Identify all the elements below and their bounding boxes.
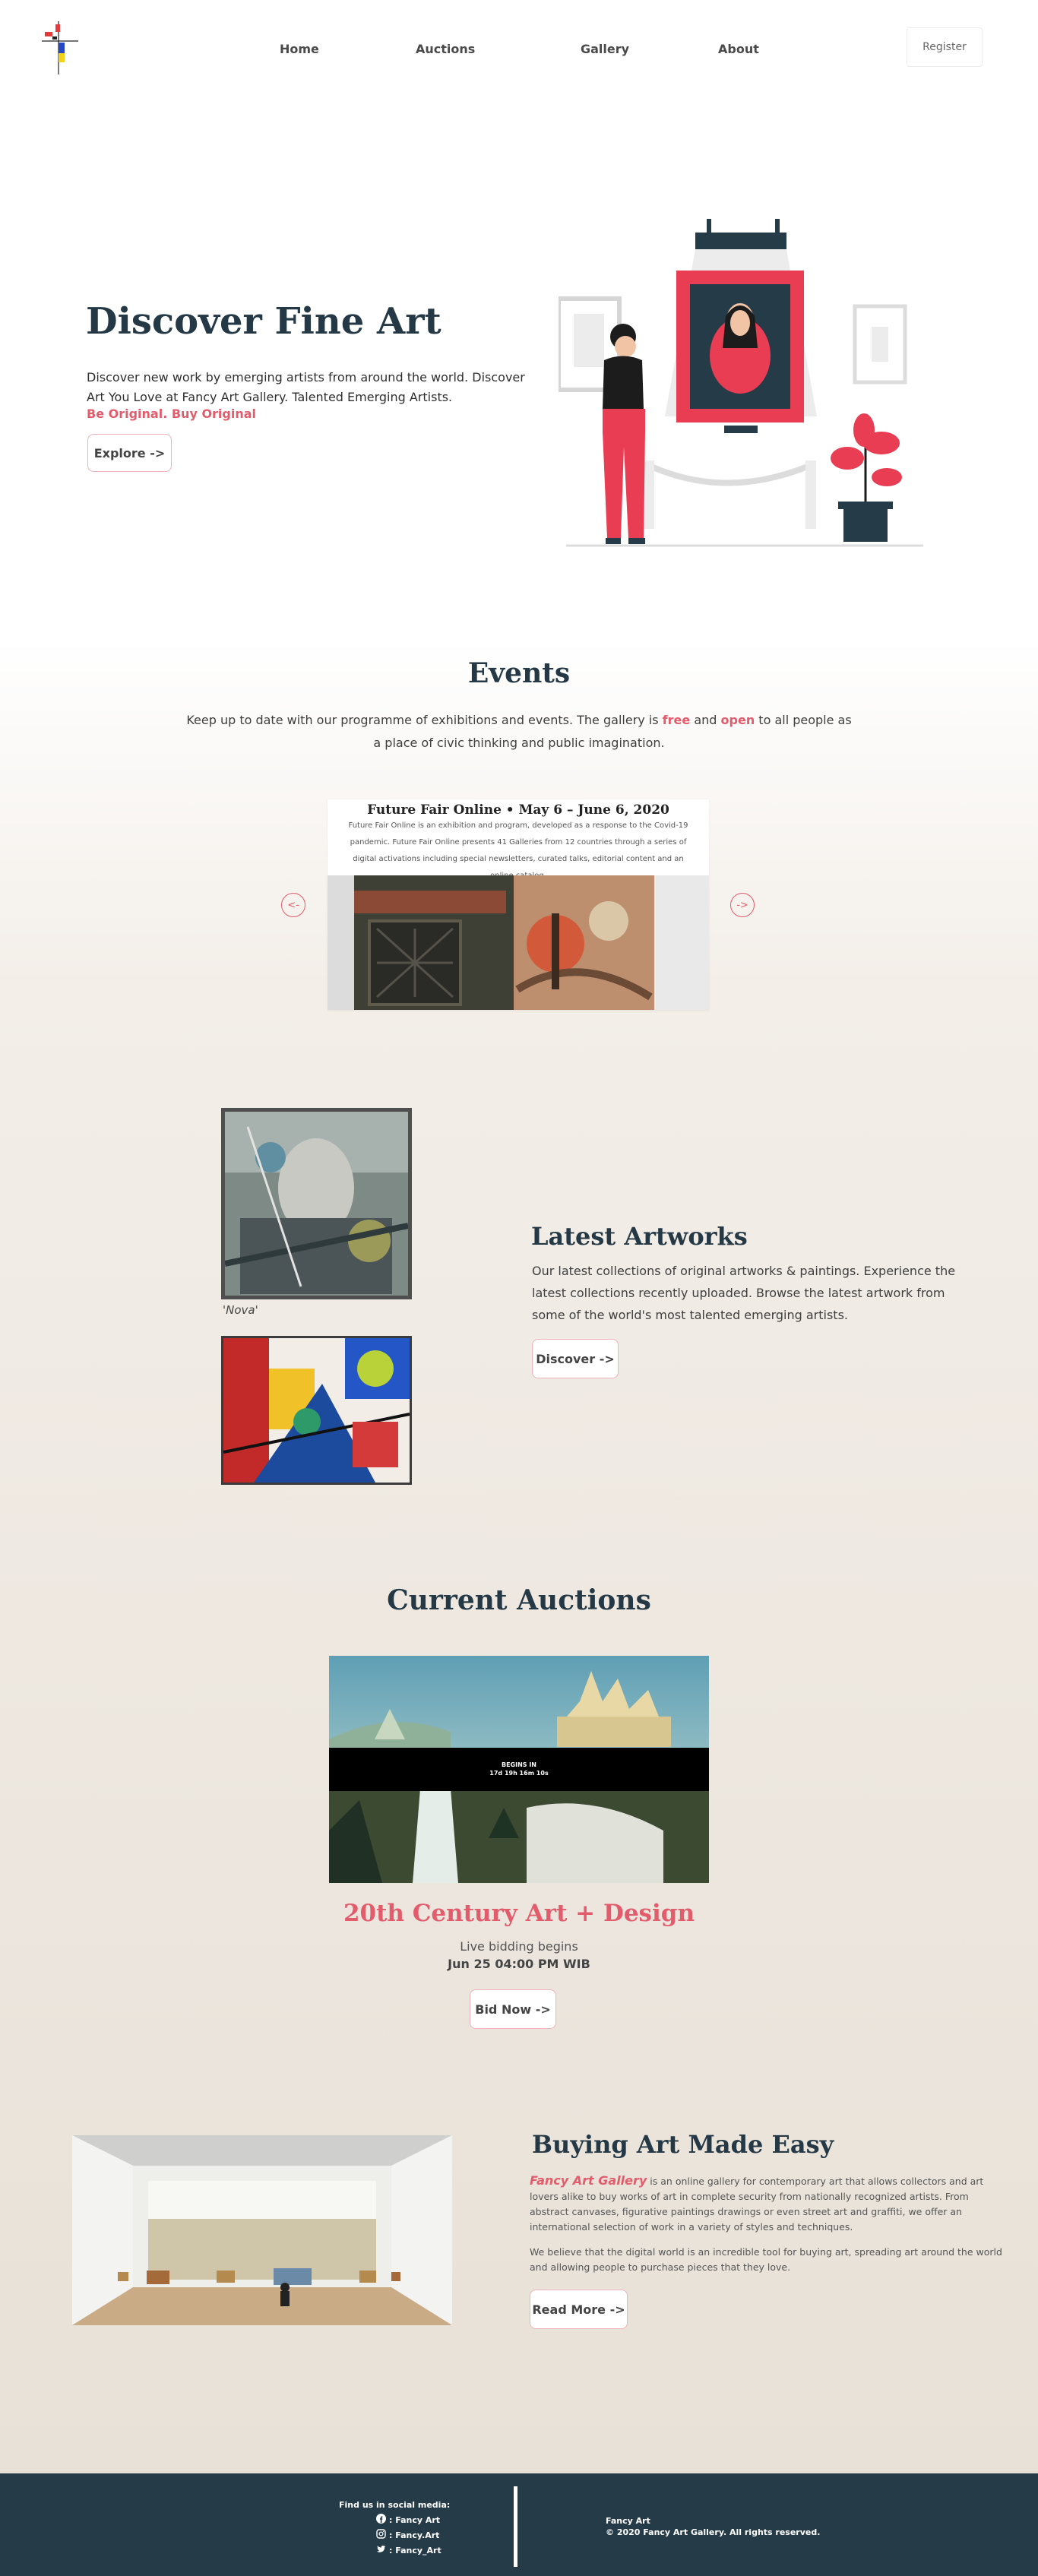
footer: [0, 2473, 1038, 2576]
auction-name[interactable]: 20th Century Art + Design: [0, 1900, 1038, 1927]
read-more-button[interactable]: Read More ->: [530, 2290, 628, 2329]
footer-brand-name: Fancy Art: [606, 2516, 650, 2526]
hero-illustration: [556, 219, 927, 553]
hero-description: Discover new work by emerging artists fr…: [87, 370, 525, 404]
event-image: [328, 875, 709, 1010]
events-description: Keep up to date with our programme of ex…: [186, 713, 852, 750]
footer-instagram-link[interactable]: : Fancy.Art: [376, 2529, 439, 2541]
footer-social-label: Find us in social media:: [339, 2500, 451, 2510]
artwork-nova-image[interactable]: [221, 1108, 412, 1299]
footer-copyright: © 2020 Fancy Art Gallery. All rights res…: [606, 2527, 821, 2537]
nav-gallery[interactable]: Gallery: [581, 42, 629, 56]
event-text: Future Fair Online is an exhibition and …: [348, 821, 688, 880]
nav-about[interactable]: About: [718, 42, 759, 56]
auction-date: Jun 25 04:00 PM WIB: [448, 1957, 590, 1971]
explore-button[interactable]: Explore ->: [87, 434, 172, 472]
footer-facebook-link[interactable]: : Fancy Art: [376, 2514, 440, 2526]
latest-artworks-description: Our latest collections of original artwo…: [532, 1264, 956, 1322]
auction-subtitle: Live bidding begins: [460, 1939, 578, 1954]
footer-twitter-link[interactable]: : Fancy_Art: [376, 2544, 441, 2556]
current-auctions-title: Current Auctions: [387, 1584, 651, 1616]
next-arrow-button[interactable]: ->: [730, 893, 755, 917]
events-title: Events: [467, 657, 571, 689]
buying-art-paragraph-2: We believe that the digital world is an …: [530, 2246, 1002, 2273]
gallery-image: [72, 2135, 452, 2325]
artwork-nova-caption: 'Nova': [223, 1303, 258, 1317]
nav-home[interactable]: Home: [280, 42, 319, 56]
countdown-value: 17d 19h 16m 10s: [489, 1770, 549, 1777]
register-button[interactable]: Register: [907, 27, 983, 67]
hero-tagline: Be Original. Buy Original: [87, 407, 257, 421]
discover-button[interactable]: Discover ->: [532, 1339, 619, 1378]
footer-brand: Fancy Art © 2020 Fancy Art Gallery. All …: [606, 2515, 820, 2538]
footer-divider: [514, 2486, 517, 2567]
buying-art-paragraph-1: Fancy Art Gallery is an online gallery f…: [530, 2173, 984, 2233]
auction-countdown: BEGINS IN 17d 19h 16m 10s: [329, 1748, 709, 1791]
nav-auctions[interactable]: Auctions: [416, 42, 475, 56]
event-title: Future Fair Online • May 6 – June 6, 202…: [367, 802, 669, 818]
hero-title: Discover Fine Art: [86, 300, 441, 343]
artwork-2-image[interactable]: [221, 1336, 412, 1485]
brand-name: Fancy Art Gallery: [530, 2173, 647, 2188]
buying-art-title: Buying Art Made Easy: [532, 2130, 834, 2159]
latest-artworks-title: Latest Artworks: [531, 1222, 748, 1251]
logo[interactable]: [42, 21, 78, 74]
facebook-icon: [376, 2514, 386, 2526]
bid-now-button[interactable]: Bid Now ->: [470, 1989, 556, 2029]
twitter-icon: [376, 2544, 386, 2556]
instagram-icon: [376, 2529, 386, 2541]
prev-arrow-button[interactable]: <-: [281, 893, 305, 917]
countdown-label: BEGINS IN: [501, 1761, 537, 1768]
